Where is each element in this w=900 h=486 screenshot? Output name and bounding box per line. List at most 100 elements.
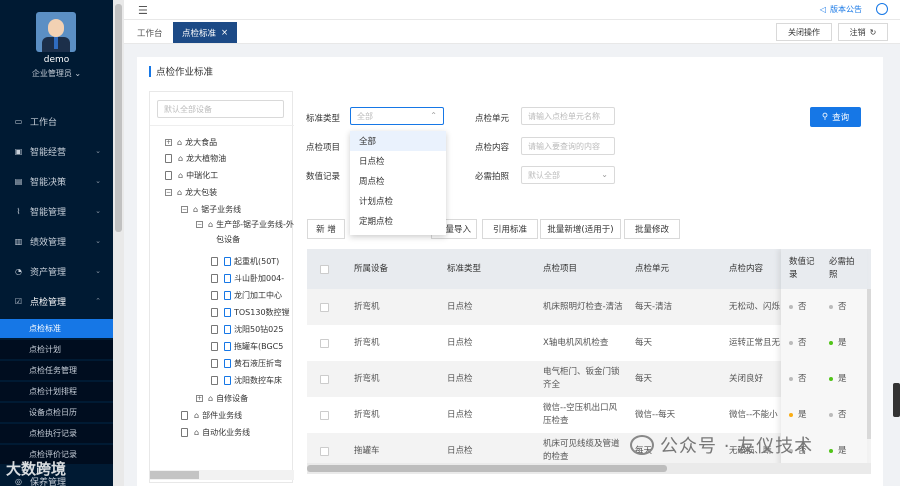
dropdown-option-periodic[interactable]: 定期点检 xyxy=(350,211,446,231)
tree-node[interactable]: + ⌂ 自修设备 xyxy=(196,390,248,406)
house-icon: ⌂ xyxy=(177,187,183,197)
menu-item-workbench[interactable]: ▭ 工作台 xyxy=(0,110,113,132)
avatar-head xyxy=(48,19,64,37)
row-checkbox[interactable] xyxy=(320,325,329,361)
chevron-down-icon: ⌄ xyxy=(95,267,101,275)
submenu-inspection-record[interactable]: 点检执行记录 xyxy=(0,424,113,443)
expand-icon[interactable]: + xyxy=(165,138,172,146)
dropdown-option-daily[interactable]: 日点检 xyxy=(350,151,446,171)
tree-node[interactable]: 斗山卧加004- xyxy=(211,270,294,286)
tree-node-label: 龙大食品 xyxy=(185,137,218,147)
checkbox[interactable] xyxy=(320,302,329,312)
cell-photo: 否 xyxy=(829,397,847,433)
scrollbar-thumb[interactable] xyxy=(150,471,199,479)
menu-item-asset[interactable]: ◔ 资产管理 ⌄ xyxy=(0,260,113,282)
tree-node[interactable]: + ⌂ 龙大食品 xyxy=(165,134,217,150)
tree-node[interactable]: − ⌂ 生产部-锯子业务线-外包设备 xyxy=(196,217,294,249)
tree-node[interactable]: ⌂ 中瑞化工 xyxy=(165,167,218,183)
chevron-down-icon: ⌄ xyxy=(95,237,101,245)
menu-item-performance[interactable]: ▥ 绩效管理 ⌄ xyxy=(0,230,113,252)
submenu-inspection-plan[interactable]: 点检计划 xyxy=(0,340,113,359)
tree-node[interactable]: ⌂ 部件业务线 xyxy=(181,407,242,423)
menu-item-smart-decision[interactable]: ▤ 智能决策 ⌄ xyxy=(0,170,113,192)
std-type-select[interactable]: 全部 ⌃ xyxy=(350,107,444,125)
batch-edit-button[interactable]: 批量修改 xyxy=(624,219,680,239)
collapse-icon[interactable]: − xyxy=(165,188,172,196)
scrollbar-thumb[interactable] xyxy=(307,465,667,472)
tree-node[interactable]: 拖罐车(BGC5 xyxy=(211,338,294,354)
photo-value: 是 xyxy=(838,337,847,348)
submenu-inspection-calendar[interactable]: 设备点检日历 xyxy=(0,403,113,422)
close-operations-button[interactable]: 关闭操作 xyxy=(776,23,832,41)
tab-bar: 工作台 点检标准 × 关闭操作 注销 ↻ xyxy=(124,20,900,44)
tree-node-label: 自动化业务线 xyxy=(202,427,251,437)
tree-node[interactable]: 沈阳数控车床 xyxy=(211,372,294,388)
document-icon xyxy=(224,307,231,317)
tree-search-input[interactable]: 默认全部设备 xyxy=(157,100,284,118)
file-icon xyxy=(211,341,218,351)
tree-node[interactable]: 龙门加工中心 xyxy=(211,287,294,303)
checkbox[interactable] xyxy=(320,446,329,456)
tree-node[interactable]: 沈阳50钻025 xyxy=(211,321,294,337)
tree-node[interactable]: 黄石液压折弯 xyxy=(211,355,294,371)
reference-standard-button[interactable]: 引用标准 xyxy=(482,219,538,239)
submenu-inspection-schedule[interactable]: 点检计划排程 xyxy=(0,382,113,401)
dropdown-option-all[interactable]: 全部 xyxy=(350,131,446,151)
avatar[interactable] xyxy=(36,12,76,52)
checkbox[interactable] xyxy=(320,374,329,384)
menu-toggle-icon[interactable]: ☰ xyxy=(138,4,148,17)
tree-node[interactable]: 起重机(50T) xyxy=(211,253,294,269)
collapse-icon[interactable]: − xyxy=(196,221,203,228)
submenu-inspection-task[interactable]: 点检任务管理 xyxy=(0,361,113,380)
globe-icon[interactable] xyxy=(876,3,888,15)
row-checkbox[interactable] xyxy=(320,289,329,325)
house-icon: ⌂ xyxy=(193,204,199,214)
scrollbar-thumb[interactable] xyxy=(115,4,122,232)
row-checkbox[interactable] xyxy=(320,397,329,433)
submenu-inspection-standard[interactable]: 点检标准 xyxy=(0,319,113,338)
divider xyxy=(150,125,294,126)
expand-icon[interactable]: + xyxy=(196,394,203,402)
tree-node[interactable]: − ⌂ 锯子业务线 xyxy=(181,201,241,217)
tree-node[interactable]: ⌂ 自动化业务线 xyxy=(181,424,250,440)
content-input[interactable]: 请输入要查询的内容 xyxy=(521,137,615,155)
side-widget[interactable] xyxy=(893,383,900,417)
add-button[interactable]: 新 增 xyxy=(307,219,345,239)
checkbox[interactable] xyxy=(320,338,329,348)
tree-node[interactable]: TOS130数控镗 xyxy=(211,304,294,320)
tree-node[interactable]: ⌂ 龙大植物油 xyxy=(165,150,226,166)
tree-scrollbar[interactable] xyxy=(150,470,294,480)
house-icon: ⌂ xyxy=(208,393,214,403)
tab-workbench[interactable]: 工作台 xyxy=(128,22,172,43)
chevron-down-icon: ⌄ xyxy=(95,147,101,155)
sidebar-scrollbar[interactable] xyxy=(113,0,124,486)
query-button[interactable]: ⚲ 查询 xyxy=(810,107,861,127)
chevron-down-icon: ⌄ xyxy=(95,207,101,215)
tree-node[interactable]: − ⌂ 龙大包装 xyxy=(165,184,217,200)
tab-inspection-standard[interactable]: 点检标准 × xyxy=(173,22,238,43)
checkbox[interactable] xyxy=(320,264,329,274)
collapse-icon[interactable]: − xyxy=(181,205,188,213)
dropdown-option-weekly[interactable]: 周点检 xyxy=(350,171,446,191)
title-accent xyxy=(149,65,151,77)
house-icon: ⌂ xyxy=(194,410,200,420)
header-checkbox[interactable] xyxy=(320,249,329,289)
unit-input[interactable]: 请输入点检单元名称 xyxy=(521,107,615,125)
user-role[interactable]: 企业管理员 ⌄ xyxy=(0,68,113,79)
table-horizontal-scrollbar[interactable] xyxy=(307,463,871,474)
photo-value: 默认全部 xyxy=(528,170,560,180)
row-checkbox[interactable] xyxy=(320,361,329,397)
close-icon[interactable]: × xyxy=(221,28,228,38)
photo-select[interactable]: 默认全部 ⌄ xyxy=(521,166,615,184)
checkbox[interactable] xyxy=(320,410,329,420)
cell-project: 微信--空压机出口风压检查 xyxy=(543,403,618,426)
table-vertical-scrollbar[interactable] xyxy=(867,289,871,439)
menu-item-smart-management[interactable]: ⌇ 智能管理 ⌄ xyxy=(0,200,113,222)
batch-add-button[interactable]: 批量新增(适用于) xyxy=(540,219,621,239)
cell-project: X轴电机风机检查 xyxy=(543,337,609,348)
dropdown-option-planned[interactable]: 计划点检 xyxy=(350,191,446,211)
notice-link[interactable]: ◁ 版本公告 xyxy=(820,4,862,15)
menu-item-smart-operation[interactable]: ▣ 智能经营 ⌄ xyxy=(0,140,113,162)
menu-item-inspection[interactable]: ☑ 点检管理 ⌃ xyxy=(0,290,113,312)
logout-button[interactable]: 注销 ↻ xyxy=(838,23,888,41)
